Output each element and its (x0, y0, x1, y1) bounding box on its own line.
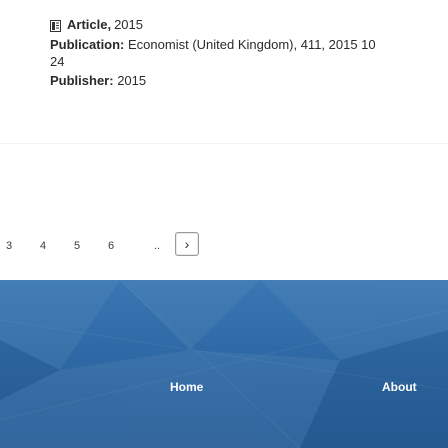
divider (0, 143, 448, 144)
next-page-button[interactable]: › (175, 232, 199, 256)
footer-link-about[interactable]: About (382, 380, 417, 394)
page-5[interactable]: 5 (70, 240, 84, 252)
page-6[interactable]: 6 (104, 240, 118, 252)
page-4[interactable]: 4 (36, 240, 50, 252)
chevron-right-icon: › (184, 236, 190, 252)
record-type: Article, (67, 17, 112, 32)
record-year: 2015 (114, 17, 143, 32)
publisher-value: 2015 (117, 73, 147, 88)
publication-tail: 24 (50, 54, 65, 69)
page: Article, 2015 Publication: Economist (Un… (0, 0, 448, 448)
publisher-label: Publisher: (50, 73, 114, 88)
publication-line: Publication: Economist (United Kingdom),… (50, 36, 448, 70)
publication-label: Publication: (50, 37, 125, 52)
pagination: 3 4 5 6 .. › (0, 228, 448, 260)
article-icon (50, 19, 61, 32)
search-result-record: Article, 2015 Publication: Economist (Un… (0, 0, 448, 142)
record-title-row: Article, 2015 (50, 15, 448, 34)
publisher-line: Publisher: 2015 (50, 72, 448, 89)
footer-nav: Home About (0, 380, 448, 448)
footer: Home About (0, 280, 448, 448)
page-3[interactable]: 3 (2, 240, 16, 252)
footer-link-home[interactable]: Home (170, 380, 203, 394)
pagination-ellipsis: .. (153, 240, 161, 252)
publication-value: Economist (United Kingdom), 411, 2015 10 (128, 37, 376, 52)
